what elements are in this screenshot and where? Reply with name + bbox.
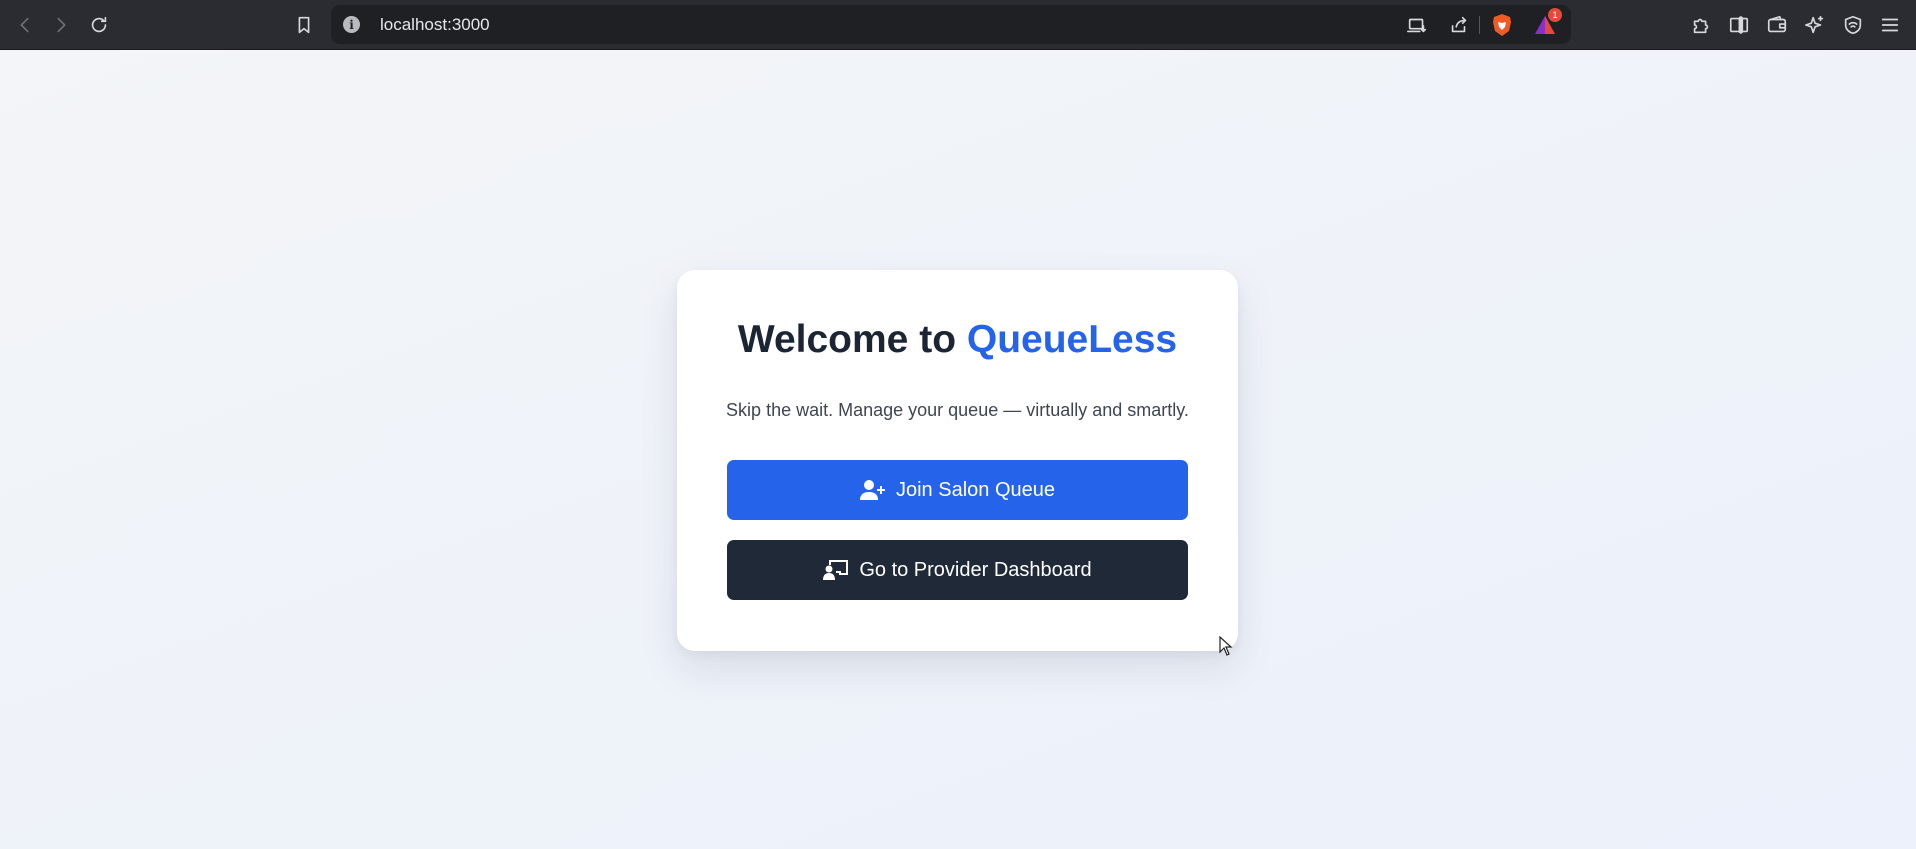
chalkboard-user-icon xyxy=(823,560,849,580)
address-bar[interactable]: i localhost:3000 1 xyxy=(331,5,1571,44)
user-plus-icon xyxy=(859,480,885,500)
join-salon-queue-button[interactable]: Join Salon Queue xyxy=(727,460,1188,520)
browser-toolbar: i localhost:3000 1 xyxy=(0,0,1916,50)
share-icon[interactable] xyxy=(1446,12,1472,38)
omnibox-divider xyxy=(1479,16,1480,34)
back-icon[interactable] xyxy=(12,12,38,38)
wallet-icon[interactable] xyxy=(1764,12,1790,38)
bookmark-icon[interactable] xyxy=(291,12,317,38)
welcome-card: Welcome to QueueLess Skip the wait. Mana… xyxy=(677,270,1238,651)
provider-dashboard-button[interactable]: Go to Provider Dashboard xyxy=(727,540,1188,600)
brave-shields-icon[interactable] xyxy=(1491,13,1513,37)
vpn-icon[interactable] xyxy=(1840,12,1866,38)
forward-icon[interactable] xyxy=(48,12,74,38)
tagline: Skip the wait. Manage your queue — virtu… xyxy=(726,400,1189,420)
site-info-icon[interactable]: i xyxy=(343,16,360,33)
notification-badge: 1 xyxy=(1548,8,1562,22)
brand-name: QueueLess xyxy=(966,318,1178,361)
join-button-label: Join Salon Queue xyxy=(895,478,1055,501)
menu-icon[interactable] xyxy=(1877,12,1903,38)
provider-button-label: Go to Provider Dashboard xyxy=(859,558,1092,581)
install-app-icon[interactable] xyxy=(1404,12,1430,38)
leo-ai-icon[interactable] xyxy=(1802,12,1828,38)
mouse-cursor-icon xyxy=(1219,636,1233,656)
extensions-icon[interactable] xyxy=(1688,12,1714,38)
reload-icon[interactable] xyxy=(86,12,112,38)
title-prefix: Welcome to xyxy=(737,318,967,361)
page-title: Welcome to QueueLess xyxy=(677,318,1238,362)
url-text[interactable]: localhost:3000 xyxy=(380,15,490,35)
sidebar-icon[interactable] xyxy=(1726,12,1752,38)
